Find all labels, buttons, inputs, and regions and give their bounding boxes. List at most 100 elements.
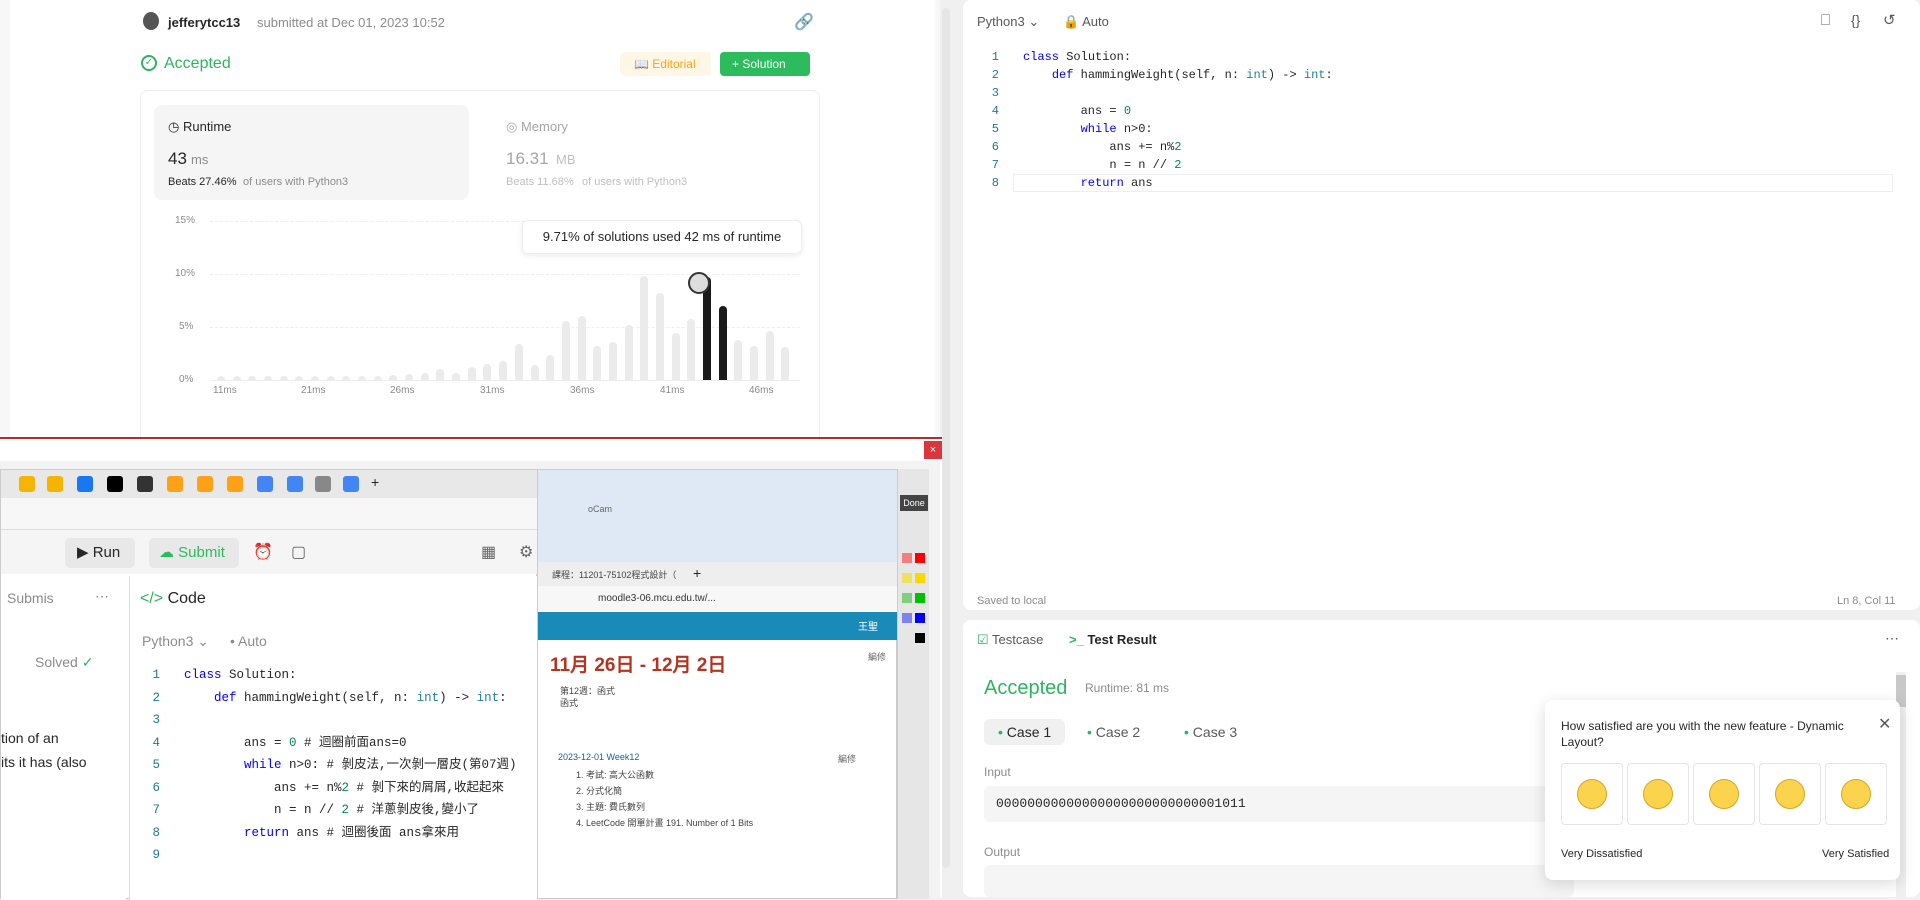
tab-submissions[interactable]: Submis bbox=[7, 590, 54, 606]
color-swatch[interactable] bbox=[902, 613, 912, 623]
color-swatch[interactable] bbox=[915, 633, 925, 643]
tab-case-2[interactable]: • Case 2 bbox=[1073, 719, 1154, 745]
new-tab-icon[interactable]: + bbox=[693, 565, 701, 581]
chart-bar[interactable] bbox=[655, 293, 664, 380]
chart-bar[interactable] bbox=[452, 372, 461, 380]
tab-favicon-icon[interactable] bbox=[47, 476, 63, 492]
tab-case-1[interactable]: • Case 1 bbox=[984, 719, 1066, 745]
rating-neutral-button[interactable] bbox=[1693, 763, 1755, 825]
leetcode-icon[interactable] bbox=[197, 476, 213, 492]
leetcode-icon[interactable] bbox=[227, 476, 243, 492]
close-icon[interactable]: ✕ bbox=[1878, 714, 1891, 734]
chart-bar[interactable] bbox=[546, 354, 555, 380]
code-line[interactable]: 3 bbox=[134, 709, 534, 732]
code-line[interactable]: 6 ans += n%2 # 剝下來的屑屑,收起起來 bbox=[134, 777, 534, 800]
chart-bar[interactable] bbox=[530, 365, 539, 380]
more-options-icon[interactable]: ⋯ bbox=[1885, 630, 1899, 647]
chart-bar[interactable] bbox=[671, 333, 680, 380]
overlay-code-area[interactable]: 1 class Solution: 2 def hammingWeight(self… bbox=[134, 664, 534, 867]
color-swatch[interactable] bbox=[902, 573, 912, 583]
github-icon[interactable] bbox=[137, 476, 153, 492]
tab-testcase[interactable]: ☑ Testcase bbox=[977, 632, 1043, 648]
code-line[interactable]: 6 ans += n%2 bbox=[973, 138, 1903, 156]
rating-dissatisfied-button[interactable] bbox=[1627, 763, 1689, 825]
code-line[interactable]: 7 n = n // 2 bbox=[973, 156, 1903, 174]
code-line[interactable]: 9 bbox=[134, 844, 534, 867]
chart-bar[interactable] bbox=[499, 360, 508, 380]
solution-button[interactable]: + Solution bbox=[720, 52, 810, 76]
bookmark-icon[interactable]: ⎕ bbox=[1821, 12, 1830, 29]
done-button[interactable]: Done bbox=[900, 495, 928, 511]
tab-case-3[interactable]: • Case 3 bbox=[1170, 719, 1251, 745]
facebook-icon[interactable] bbox=[77, 476, 93, 492]
chart-bar[interactable] bbox=[624, 324, 633, 380]
moodle-tab[interactable]: 課程：11201-75102程式設計（ bbox=[552, 568, 676, 581]
code-line[interactable]: 3 bbox=[973, 84, 1903, 102]
color-swatch[interactable] bbox=[915, 553, 925, 563]
new-tab-icon[interactable]: + bbox=[371, 474, 379, 490]
format-braces-icon[interactable]: {} bbox=[1851, 12, 1860, 28]
code-line[interactable]: 4 ans = 0 # 迴圈前面ans=0 bbox=[134, 732, 534, 755]
chart-bar[interactable] bbox=[436, 369, 445, 380]
more-icon[interactable]: ⋯ bbox=[95, 588, 109, 605]
color-swatch[interactable] bbox=[915, 573, 925, 583]
code-area[interactable]: 1 class Solution: 2 def hammingWeight(self… bbox=[973, 48, 1903, 192]
username[interactable]: jefferytcc13 bbox=[168, 15, 240, 30]
chart-bar[interactable] bbox=[687, 318, 696, 380]
rating-very-satisfied-button[interactable] bbox=[1825, 763, 1887, 825]
submit-button[interactable]: ☁ Submit bbox=[149, 538, 239, 568]
google-icon[interactable] bbox=[257, 476, 273, 492]
google-icon[interactable] bbox=[343, 476, 359, 492]
chart-bar[interactable] bbox=[781, 347, 790, 380]
wikipedia-icon[interactable] bbox=[315, 476, 331, 492]
code-line[interactable]: 2 def hammingWeight(self, n: int) -> int… bbox=[134, 687, 534, 710]
chart-bar[interactable] bbox=[420, 372, 429, 380]
leetcode-icon[interactable] bbox=[167, 476, 183, 492]
note-icon[interactable]: ▢ bbox=[291, 542, 306, 562]
code-line[interactable]: 1 class Solution: bbox=[973, 48, 1903, 66]
chart-bar[interactable] bbox=[765, 331, 774, 380]
link-icon[interactable]: 🔗 bbox=[794, 12, 814, 32]
code-line[interactable]: 2 def hammingWeight(self, n: int) -> int… bbox=[973, 66, 1903, 84]
chart-bar[interactable] bbox=[640, 276, 649, 380]
edit-menu[interactable]: 編修 bbox=[868, 650, 886, 663]
chart-bar[interactable] bbox=[561, 320, 570, 380]
rating-satisfied-button[interactable] bbox=[1759, 763, 1821, 825]
chart-bar[interactable] bbox=[577, 316, 586, 380]
layout-icon[interactable]: ▦ bbox=[481, 542, 496, 562]
google-icon[interactable] bbox=[287, 476, 303, 492]
overlay-language-select[interactable]: Python3 ⌄ bbox=[142, 633, 209, 650]
tab-favicon-icon[interactable] bbox=[19, 476, 35, 492]
alarm-icon[interactable]: ⏰ bbox=[253, 542, 273, 562]
chart-bar[interactable] bbox=[514, 343, 523, 380]
chart-bar[interactable] bbox=[593, 346, 602, 380]
color-swatch[interactable] bbox=[915, 613, 925, 623]
moodle-url[interactable]: moodle3-06.mcu.edu.tw/... bbox=[598, 593, 716, 604]
user-name[interactable]: 王聖 bbox=[858, 618, 878, 633]
reset-icon[interactable]: ↺ bbox=[1883, 11, 1896, 29]
language-select[interactable]: Python3 ⌄ bbox=[977, 14, 1039, 30]
chart-bar[interactable] bbox=[749, 346, 758, 380]
code-line[interactable]: 5 while n>0: bbox=[973, 120, 1903, 138]
tab-test-result[interactable]: >_ Test Result bbox=[1069, 632, 1157, 647]
chart-bar[interactable] bbox=[718, 305, 727, 380]
input-value[interactable]: 00000000000000000000000000001011 bbox=[984, 786, 1574, 822]
edit-menu[interactable]: 編修 bbox=[838, 752, 856, 765]
code-line[interactable]: 5 while n>0: # 剝皮法,一次剝一層皮(第07週) bbox=[134, 754, 534, 777]
memory-card[interactable]: ◎ Memory 16.31 MB Beats 11.68% of users … bbox=[496, 105, 796, 200]
settings-icon[interactable]: ⚙ bbox=[519, 542, 533, 562]
tab-favicon-icon[interactable] bbox=[107, 476, 123, 492]
run-button[interactable]: ▶ Run bbox=[65, 538, 135, 568]
code-line[interactable]: 7 n = n // 2 # 洋蔥剝皮後,變小了 bbox=[134, 799, 534, 822]
rating-very-dissatisfied-button[interactable] bbox=[1561, 763, 1623, 825]
tab-code[interactable]: </> Code bbox=[140, 590, 206, 608]
code-line[interactable]: 1 class Solution: bbox=[134, 664, 534, 687]
overlay-close-icon[interactable]: × bbox=[924, 441, 942, 459]
chart-bar[interactable] bbox=[467, 367, 476, 380]
color-swatch[interactable] bbox=[902, 553, 912, 563]
chart-bar[interactable] bbox=[608, 341, 617, 380]
code-line[interactable]: 4 ans = 0 bbox=[973, 102, 1903, 120]
editorial-button[interactable]: 📖 Editorial bbox=[620, 52, 711, 76]
chart-bar[interactable] bbox=[734, 339, 743, 380]
scrollbar[interactable] bbox=[942, 8, 950, 868]
